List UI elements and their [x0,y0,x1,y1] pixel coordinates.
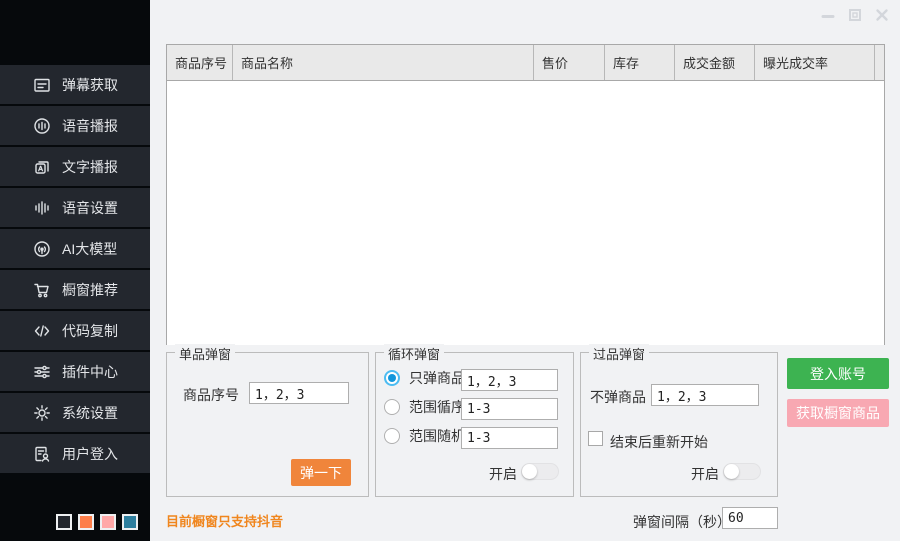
sidebar-item-label: 橱窗推荐 [62,280,118,300]
column-header-gmv: 成交金额 [675,45,755,80]
loop-only-products-input[interactable] [461,369,558,391]
product-table: 商品序号 商品名称 售价 库存 成交金额 曝光成交率 [166,44,885,345]
sidebar-item-label: 插件中心 [62,362,118,382]
single-product-index-label: 商品序号 [183,385,239,405]
column-header-price: 售价 [534,45,605,80]
sidebar-item-user-login[interactable]: 用户登入 [0,434,150,473]
sidebar-item-system-settings[interactable]: 系统设置 [0,393,150,432]
sidebar-item-label: 语音播报 [62,116,118,136]
svg-text:A: A [38,166,43,173]
sidebar-item-danmaku[interactable]: 弹幕获取 [0,65,150,104]
column-header-index: 商品序号 [167,45,233,80]
product-table-header: 商品序号 商品名称 售价 库存 成交金额 曝光成交率 [167,45,884,81]
minimize-button[interactable] [820,6,836,24]
radio-selected-icon[interactable] [384,370,400,386]
maximize-icon [848,8,862,22]
loop-enable-toggle[interactable] [521,463,559,480]
sidebar-item-showcase[interactable]: 橱窗推荐 [0,270,150,309]
sidebar-item-label: 弹幕获取 [62,75,118,95]
window-controls [820,6,890,24]
column-header-exposure: 曝光成交率 [755,45,875,80]
column-header-name: 商品名称 [233,45,534,80]
skip-products-input[interactable] [651,384,759,406]
ai-model-icon [33,240,51,258]
sidebar-item-code-copy[interactable]: 代码复制 [0,311,150,350]
voice-settings-icon [33,199,51,217]
sidebar-item-label: 系统设置 [62,403,118,423]
sidebar-menu: 弹幕获取 语音播报 A 文字播报 语音设置 AI大模型 橱窗推荐 代码复制 [0,65,150,475]
restart-after-end-label: 结束后重新开始 [610,432,708,452]
plugin-icon [33,363,51,381]
loop-range-random-input[interactable] [461,427,558,449]
maximize-button[interactable] [847,6,863,24]
loop-range-sequential-input[interactable] [461,398,558,420]
pop-once-button[interactable]: 弹一下 [291,459,351,486]
panel-single-popup: 单品弹窗 商品序号 弹一下 [166,352,369,497]
sidebar-item-voice-settings[interactable]: 语音设置 [0,188,150,227]
popup-interval-input[interactable] [722,507,778,529]
user-login-icon [33,445,51,463]
column-header-stock: 库存 [605,45,675,80]
close-icon [875,8,889,22]
loop-option-label: 范围随机 [409,426,467,446]
platform-notice-text: 目前橱窗只支持抖音 [166,511,283,530]
sidebar-item-label: 语音设置 [62,198,118,218]
popup-interval-label: 弹窗间隔（秒） [633,512,731,532]
loop-option-range-random[interactable]: 范围随机 [384,426,467,446]
loop-option-label: 只弹商品 [409,368,467,388]
code-icon [33,322,51,340]
sidebar-item-label: 文字播报 [62,157,118,177]
panel-skip-title: 过品弹窗 [589,344,649,363]
panel-skip-popup: 过品弹窗 不弹商品 结束后重新开始 开启 [580,352,778,497]
theme-swatch-teal[interactable] [122,514,138,530]
theme-swatch-dark[interactable] [56,514,72,530]
product-table-body [167,81,884,345]
loop-toggle-label: 开启 [489,464,517,484]
sidebar: 弹幕获取 语音播报 A 文字播报 语音设置 AI大模型 橱窗推荐 代码复制 [0,0,150,541]
skip-products-label: 不弹商品 [590,387,646,407]
sidebar-item-label: 代码复制 [62,321,118,341]
sidebar-item-label: 用户登入 [62,444,118,464]
loop-option-range-sequential[interactable]: 范围循序 [384,397,467,417]
radio-icon[interactable] [384,428,400,444]
loop-option-label: 范围循序 [409,397,467,417]
panel-single-title: 单品弹窗 [175,344,235,363]
close-button[interactable] [874,6,890,24]
panel-loop-title: 循环弹窗 [384,344,444,363]
sidebar-item-ai-model[interactable]: AI大模型 [0,229,150,268]
sidebar-item-voice-broadcast[interactable]: 语音播报 [0,106,150,145]
cart-icon [33,281,51,299]
login-account-button[interactable]: 登入账号 [787,358,889,389]
sidebar-item-plugin-center[interactable]: 插件中心 [0,352,150,391]
theme-swatch-pink[interactable] [100,514,116,530]
danmaku-icon [33,76,51,94]
skip-enable-toggle[interactable] [723,463,761,480]
restart-after-end-checkbox[interactable] [588,431,603,446]
fetch-showcase-products-button[interactable]: 获取橱窗商品 [787,399,889,427]
sidebar-item-text-broadcast[interactable]: A 文字播报 [0,147,150,186]
column-header-filler [875,45,884,80]
loop-option-only-products[interactable]: 只弹商品 [384,368,467,388]
voice-broadcast-icon [33,117,51,135]
radio-icon[interactable] [384,399,400,415]
panel-loop-popup: 循环弹窗 只弹商品 范围循序 范围随机 开启 [375,352,574,497]
main-area: 商品序号 商品名称 售价 库存 成交金额 曝光成交率 单品弹窗 商品序号 弹一下… [150,0,900,541]
minimize-icon [821,8,835,22]
theme-swatches [56,514,138,530]
gear-icon [33,404,51,422]
skip-toggle-label: 开启 [691,464,719,484]
sidebar-item-label: AI大模型 [62,239,117,259]
single-product-index-input[interactable] [249,382,349,404]
text-broadcast-icon: A [33,158,51,176]
theme-swatch-orange[interactable] [78,514,94,530]
